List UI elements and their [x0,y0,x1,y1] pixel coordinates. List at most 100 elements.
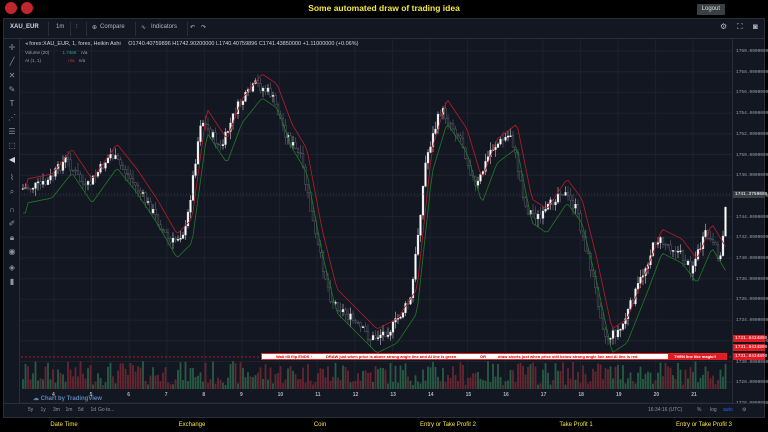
text-tool-icon[interactable]: T [7,99,17,109]
candle-body [704,230,707,237]
zoom-icon[interactable]: ⌕ [7,187,17,197]
volume-bar [184,361,187,389]
brush-icon[interactable]: ✎ [7,85,17,95]
volume-bar [659,362,662,389]
undo-icon[interactable]: ↶ [190,24,195,31]
candle-body [116,155,120,160]
candle-body [661,237,665,245]
price-axis-label: 1748.0000000 [736,173,768,179]
volume-bar [547,372,549,389]
volume-bar [477,371,479,389]
arrow-left-icon[interactable]: ◀ [7,155,17,165]
logout-button[interactable]: Logout [696,4,725,15]
volume-bar [139,367,142,389]
footer-item[interactable]: Coin [260,422,380,428]
lock-icon[interactable]: 🔒︎ [7,233,17,243]
cross-line-icon[interactable]: ✕ [7,71,17,81]
candle-body [69,159,72,171]
trash-icon[interactable]: ▮ [7,277,17,287]
range-button-1d[interactable]: 1d [91,407,97,413]
volume-bar [704,366,707,389]
redo-icon[interactable]: ↷ [201,24,206,31]
pattern-icon[interactable]: ⋰ [7,113,17,123]
candle-body [691,265,695,274]
fib-icon[interactable]: ☰ [7,127,17,137]
volume-bar [642,379,644,389]
volume-bar [422,369,424,389]
footer-item[interactable]: Take Profit 1 [516,422,636,428]
snapshot-icon[interactable]: ◙ [753,22,758,31]
compare-button[interactable]: Compare [100,24,125,30]
candle-body [539,214,542,219]
symbol-search[interactable]: XAU_EUR [10,24,39,30]
candle-body [104,162,107,169]
footer-item[interactable]: Entry or Take Profit 2 [388,422,508,428]
goto-button[interactable]: Go to... [98,407,114,413]
range-button-1m[interactable]: 1m [66,407,73,413]
settings-icon[interactable]: ⚙ [720,22,727,31]
range-button-3m[interactable]: 3m [53,407,60,413]
volume-bar [364,370,367,389]
volume-bar [154,375,157,389]
auto-toggle[interactable]: auto [723,407,733,413]
footer-item[interactable]: Date Time [4,422,124,428]
interval-selector[interactable]: 1m [56,24,64,30]
range-button-5y[interactable]: 5y [28,407,33,413]
volume-bar [679,369,682,389]
fullscreen-icon[interactable]: ⛶ [737,22,743,32]
compare-icon[interactable]: ⊕ [92,24,97,31]
volume-bar [414,375,417,389]
eye-icon[interactable]: ◉ [7,247,17,257]
volume-bar [612,378,614,389]
time-axis-label: 17 [540,392,547,398]
bottom-bar: Go to... 16:34:16 (UTC) % log auto ⚙ 5y 1… [4,403,764,417]
chart-plot-area[interactable]: ◂ forex:XAU_EUR, 1, forex, Heikin Ashi O… [21,39,732,403]
time-axis[interactable]: 4 5 6 7 8 9 10 11 12 13 14 15 16 17 18 19 20 21 [21,389,732,403]
volume-bar [417,381,419,389]
legend-collapse-icon[interactable]: ◂ [25,41,28,47]
layers-icon[interactable]: ◈ [7,263,17,273]
candle-body [421,185,425,216]
price-chart[interactable] [21,39,732,403]
candle-body [194,163,197,176]
time-axis-label: 4 [52,392,55,398]
candle-body [84,183,87,186]
volume-bar [574,379,577,389]
footer-item[interactable]: Exchange [132,422,252,428]
indicators-icon[interactable]: ∿ [141,24,146,31]
stay-drawing-icon[interactable]: ✐ [7,219,17,229]
candle-body [664,243,667,246]
volume-bar [57,369,59,389]
volume-bar [542,369,544,389]
magnet-icon[interactable]: ∩ [7,205,17,215]
candle-body [434,128,437,134]
volume-bar [39,378,42,389]
volume-bar [134,371,137,389]
volume-bar [719,369,722,389]
candle-body [256,80,260,84]
volume-bar [427,366,429,389]
range-button-1y[interactable]: 1y [41,407,46,413]
candle-body [369,339,372,341]
trendline-icon[interactable]: ╱ [7,57,17,67]
chart-style-icon[interactable]: ⫶ [76,24,78,31]
measure-icon[interactable]: ⌇ [7,173,17,183]
price-axis-label: 1760.0000000 [736,49,768,54]
log-toggle[interactable]: log [710,407,717,413]
volume-bar [509,369,512,389]
candle-body [479,174,482,182]
volume-bar [649,372,652,389]
candle-body [721,235,725,256]
range-button-5d[interactable]: 5d [78,407,84,413]
crosshair-icon[interactable]: ✛ [7,43,17,53]
axis-settings-icon[interactable]: ⚙ [742,407,746,413]
shapes-icon[interactable]: ⬚ [7,141,17,151]
footer-item[interactable]: Entry or Take Profit 3 [644,422,764,428]
volume-bar [309,380,312,389]
price-axis[interactable]: 1760.0000000 1758.0000000 1756.0000000 1754… [732,39,768,406]
candle-body [306,184,310,193]
indicators-button[interactable]: Indicators [151,24,177,30]
percent-toggle[interactable]: % [697,407,701,413]
volume-bar [177,369,179,389]
candle-body [689,260,692,274]
